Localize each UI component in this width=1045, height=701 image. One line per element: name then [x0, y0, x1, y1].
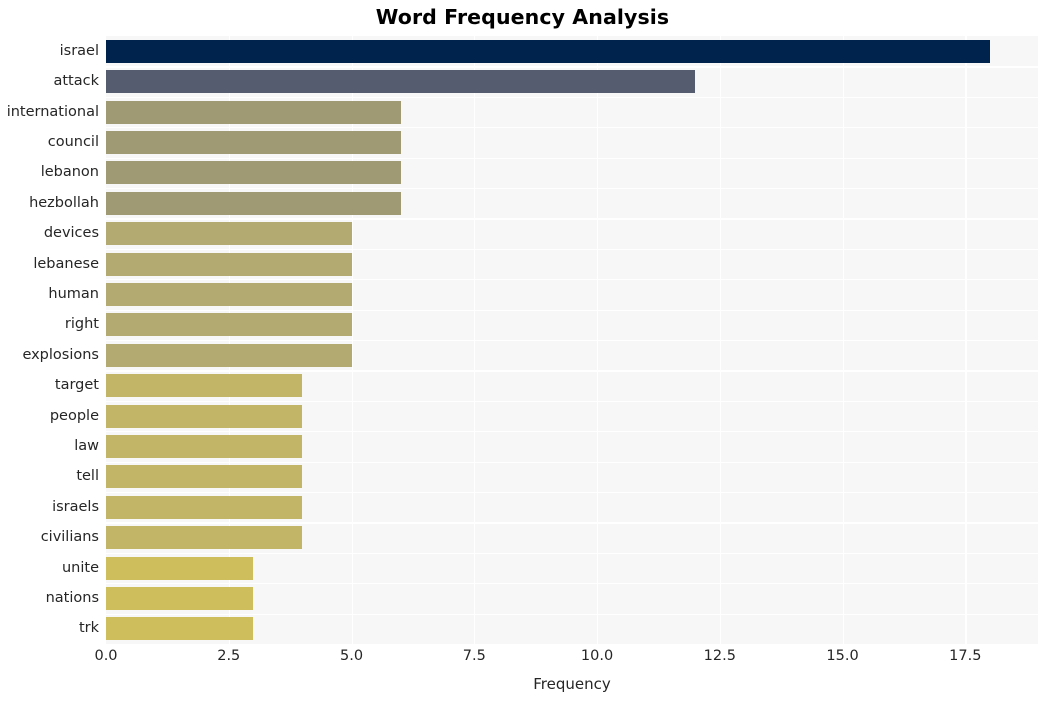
bar-row	[106, 404, 1038, 428]
bar-hezbollah[interactable]	[106, 191, 401, 215]
bar-civilians[interactable]	[106, 526, 303, 550]
bar-row	[106, 465, 1038, 489]
gridline-horizontal	[106, 400, 1038, 402]
y-tick-label-lebanon: lebanon	[40, 164, 99, 181]
y-tick-label-devices: devices	[43, 225, 99, 242]
bar-council[interactable]	[106, 130, 401, 154]
y-tick-label-target: target	[54, 377, 99, 394]
gridline-horizontal	[106, 309, 1038, 311]
x-tick-label-17.5: 17.5	[949, 648, 982, 664]
bar-nations[interactable]	[106, 586, 254, 610]
bar-row	[106, 252, 1038, 276]
bar-row	[106, 556, 1038, 580]
bar-row	[106, 586, 1038, 610]
y-tick-label-council: council	[47, 133, 99, 150]
x-axis-tick-labels: 0.0 2.5 5.0 7.5 10.0 12.5 15.0 17.5	[94, 648, 1038, 672]
bar-explosions[interactable]	[106, 343, 352, 367]
bar-tell[interactable]	[106, 465, 303, 489]
bar-row	[106, 282, 1038, 306]
x-tick-label-12.5: 12.5	[703, 648, 736, 664]
bar-row	[106, 191, 1038, 215]
gridline-horizontal	[106, 370, 1038, 372]
bar-row	[106, 374, 1038, 398]
bar-lebanon[interactable]	[106, 161, 401, 185]
bar-row	[106, 222, 1038, 246]
gridline-horizontal	[106, 218, 1038, 220]
gridline-horizontal	[106, 279, 1038, 281]
bar-international[interactable]	[106, 100, 401, 124]
bar-row	[106, 495, 1038, 519]
y-tick-label-israels: israels	[52, 498, 99, 515]
y-tick-label-human: human	[48, 285, 99, 302]
bar-devices[interactable]	[106, 222, 352, 246]
y-tick-label-unite: unite	[61, 559, 99, 576]
chart-title: Word Frequency Analysis	[375, 5, 670, 29]
y-tick-label-international: international	[6, 103, 99, 120]
y-tick-label-hezbollah: hezbollah	[29, 194, 99, 211]
bar-row	[106, 434, 1038, 458]
bar-lebanese[interactable]	[106, 252, 352, 276]
y-tick-label-nations: nations	[45, 589, 99, 606]
gridline-horizontal	[106, 188, 1038, 190]
bar-attack[interactable]	[106, 70, 696, 94]
x-tick-label-2.5: 2.5	[217, 648, 241, 664]
word-frequency-chart: Word Frequency Analysis israel attack inte…	[0, 0, 1045, 701]
bar-row	[106, 343, 1038, 367]
gridline-horizontal	[106, 340, 1038, 342]
y-tick-label-right: right	[64, 316, 99, 333]
gridline-horizontal	[106, 66, 1038, 68]
gridline-horizontal	[106, 127, 1038, 129]
y-axis-tick-labels: israel attack international council lebanon h…	[0, 36, 99, 644]
bar-unite[interactable]	[106, 556, 254, 580]
x-tick-label-15.0: 15.0	[826, 648, 859, 664]
gridline-horizontal	[106, 583, 1038, 585]
x-tick-label-10.0: 10.0	[580, 648, 614, 664]
gridline-horizontal	[106, 492, 1038, 494]
bar-row	[106, 39, 1038, 63]
gridline-horizontal	[106, 522, 1038, 524]
y-tick-label-israel: israel	[59, 42, 99, 59]
bar-row	[106, 70, 1038, 94]
x-tick-label-5.0: 5.0	[339, 648, 364, 664]
y-tick-label-attack: attack	[53, 73, 99, 90]
bar-row	[106, 130, 1038, 154]
y-tick-label-law: law	[74, 437, 99, 454]
gridline-horizontal	[106, 613, 1038, 615]
y-tick-label-trk: trk	[78, 620, 99, 637]
bar-target[interactable]	[106, 374, 303, 398]
y-tick-label-lebanese: lebanese	[33, 255, 99, 272]
x-tick-label-7.5: 7.5	[462, 648, 486, 664]
bar-row	[106, 100, 1038, 124]
bar-row	[106, 161, 1038, 185]
gridline-horizontal	[106, 248, 1038, 250]
gridline-horizontal	[106, 96, 1038, 98]
bar-people[interactable]	[106, 404, 303, 428]
y-tick-label-people: people	[49, 407, 99, 424]
bar-row	[106, 313, 1038, 337]
gridline-horizontal	[106, 431, 1038, 433]
bar-israel[interactable]	[106, 39, 990, 63]
y-tick-label-tell: tell	[76, 468, 99, 485]
bar-trk[interactable]	[106, 617, 254, 641]
y-tick-label-explosions: explosions	[22, 346, 99, 363]
bar-israels[interactable]	[106, 495, 303, 519]
y-tick-label-civilians: civilians	[40, 529, 99, 546]
gridline-horizontal	[106, 461, 1038, 463]
plot-area	[106, 36, 1038, 644]
bar-law[interactable]	[106, 434, 303, 458]
bar-row	[106, 617, 1038, 641]
bar-human[interactable]	[106, 282, 352, 306]
x-tick-label-0.0: 0.0	[94, 648, 118, 664]
gridline-horizontal	[106, 552, 1038, 554]
x-axis-title: Frequency	[533, 675, 611, 693]
bar-row	[106, 526, 1038, 550]
gridline-horizontal	[106, 157, 1038, 159]
bar-right[interactable]	[106, 313, 352, 337]
